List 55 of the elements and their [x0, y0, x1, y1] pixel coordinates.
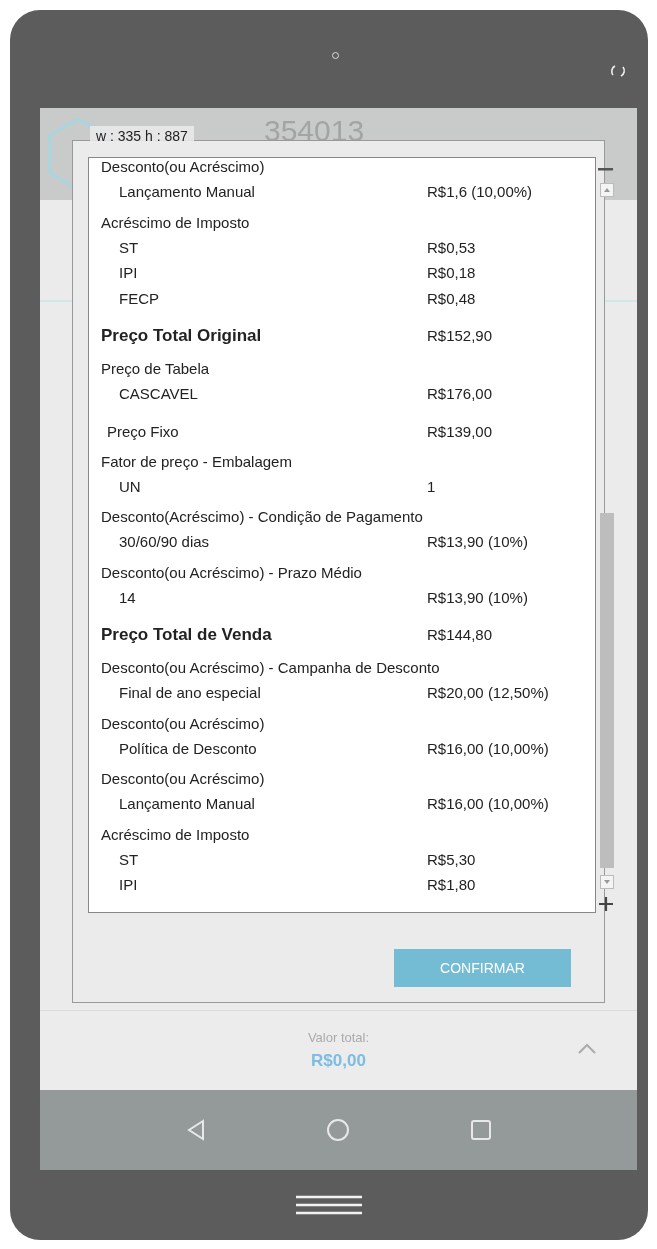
group-title: Desconto(ou Acréscimo) [100, 713, 266, 734]
total-label: Valor total: [307, 1029, 370, 1047]
rotate-icon[interactable] [610, 64, 626, 78]
group-title: Desconto(ou Acréscimo) [100, 158, 266, 177]
row-label: UN [118, 476, 142, 497]
row-value: R$13,90 (10%) [427, 532, 528, 552]
row-label: ST [118, 849, 140, 870]
group-title: Fator de preço - Embalagem [100, 451, 293, 472]
row-label: CASCAVEL [118, 384, 199, 404]
home-icon[interactable] [325, 1118, 350, 1142]
row-label: Política de Desconto [118, 738, 258, 759]
chevron-up-icon[interactable] [577, 1043, 597, 1055]
back-icon[interactable] [185, 1119, 206, 1141]
total-value: R$0,00 [310, 1049, 367, 1072]
row-value: R$5,30 [427, 849, 476, 870]
group-title: Acréscimo de Imposto [100, 824, 251, 845]
group-title: Desconto(ou Acréscimo) - Campanha de Desconto [100, 658, 441, 678]
row-value: R$16,00 (10,00%) [427, 794, 549, 814]
row-label: ST [118, 237, 140, 258]
scrollbar-thumb[interactable] [600, 513, 614, 868]
row-value: R$16,00 (10,00%) [427, 738, 549, 759]
row-value: R$0,53 [427, 237, 476, 258]
group-title: Preço de Tabela [100, 359, 211, 379]
row-value: R$176,00 [427, 384, 493, 404]
row-value: 1 [427, 476, 436, 497]
scroll-up-icon[interactable] [600, 183, 614, 197]
row-label: 30/60/90 dias [118, 532, 211, 552]
row-label: IPI [118, 263, 139, 283]
group-title: Desconto(ou Acréscimo) - Prazo Médio [100, 562, 363, 583]
plus-icon[interactable] [596, 895, 616, 913]
scroll-down-icon[interactable] [600, 875, 614, 889]
group-title: Acréscimo de Imposto [100, 212, 251, 233]
recents-icon[interactable] [469, 1119, 492, 1141]
row-value: R$0,48 [427, 288, 476, 309]
row-label: Final de ano especial [118, 683, 262, 703]
confirm-button[interactable]: CONFIRMAR [394, 949, 571, 987]
total-label: Preço Total de Venda [100, 624, 273, 646]
row-label: Preço Fixo [106, 421, 180, 442]
row-label: IPI [118, 875, 139, 895]
group-title: Desconto(ou Acréscimo) [100, 769, 266, 789]
row-label: Lançamento Manual [118, 182, 256, 202]
row-label: FECP [118, 288, 160, 309]
total-label: Preço Total Original [100, 325, 263, 347]
total-value: R$144,80 [427, 625, 493, 645]
row-label: Lançamento Manual [118, 794, 256, 814]
row-value: R$1,6 (10,00%) [427, 182, 533, 202]
row-value: R$13,90 (10%) [427, 587, 528, 608]
total-value: R$152,90 [427, 326, 493, 346]
row-value: R$139,00 [427, 421, 493, 442]
row-label: 14 [118, 587, 137, 608]
group-title: Desconto(Acréscimo) - Condição de Pagamento [100, 507, 424, 527]
menu-icon[interactable] [296, 1195, 362, 1215]
row-value: R$1,80 [427, 875, 476, 895]
row-value: R$20,00 (12,50%) [427, 683, 549, 703]
row-value: R$0,18 [427, 263, 476, 283]
